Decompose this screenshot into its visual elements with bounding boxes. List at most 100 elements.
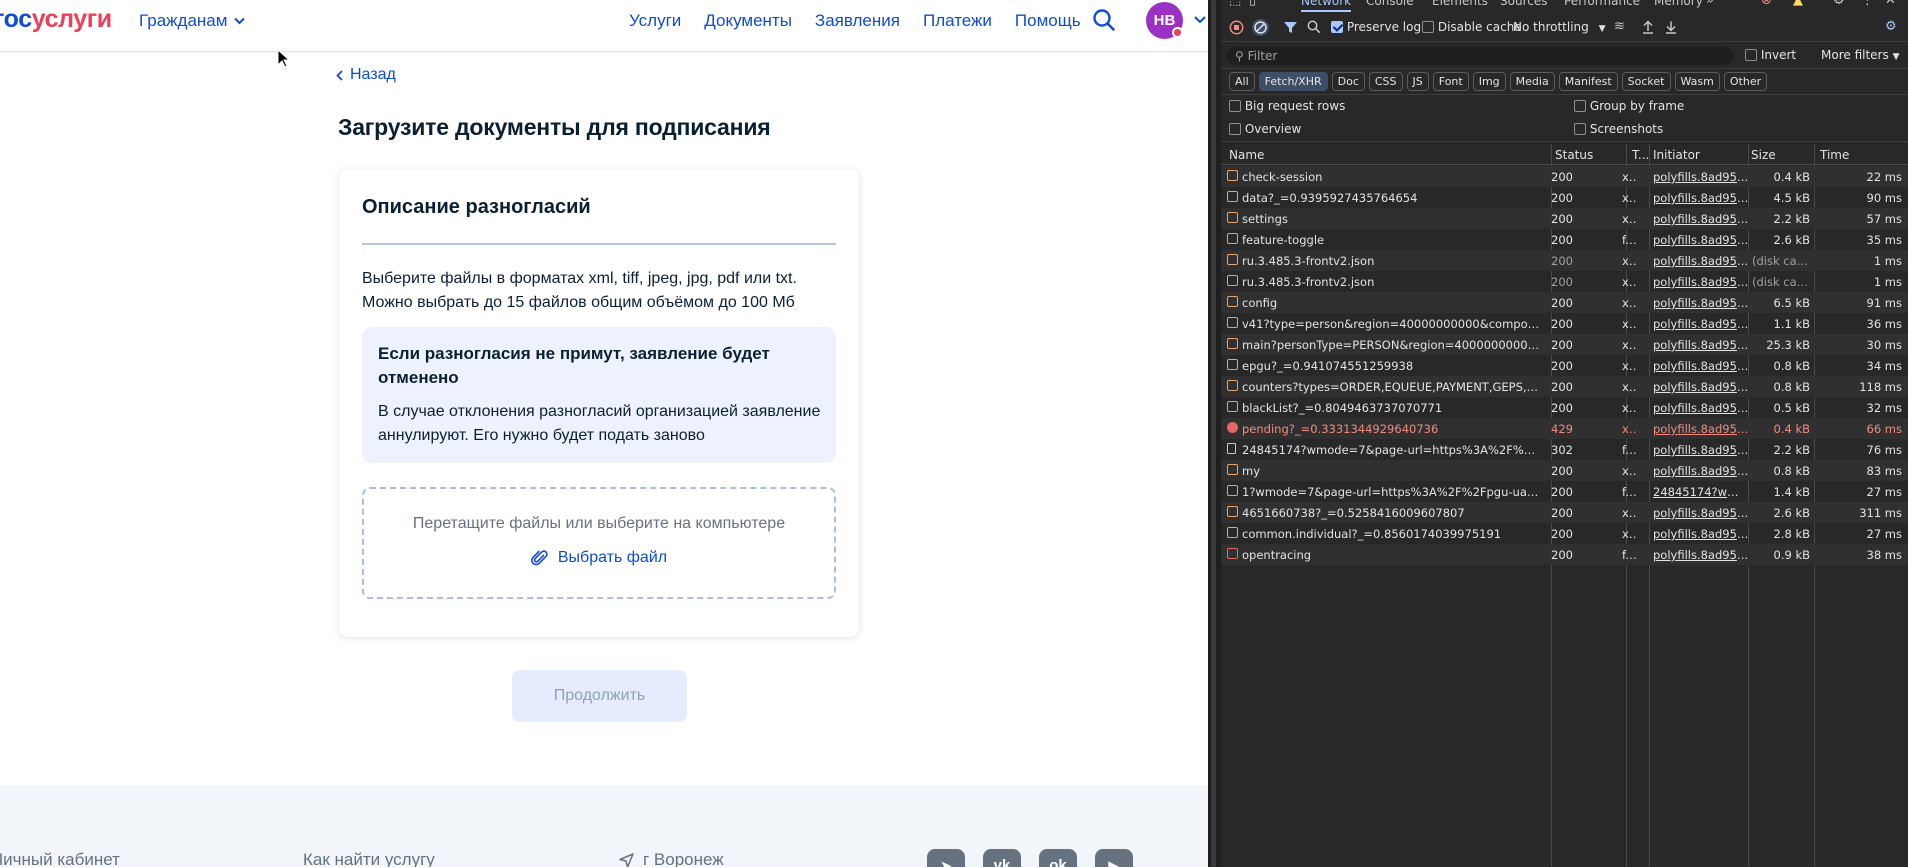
citizens-menu[interactable]: Гражданам (139, 11, 246, 31)
table-row[interactable]: v41?type=person&region=40000000000&compo… (1221, 313, 1908, 334)
table-row[interactable]: blackList?_=0.8049463737070771 200 x... pol… (1221, 397, 1908, 418)
type-filter-all[interactable]: All (1229, 72, 1255, 91)
inspect-element-icon[interactable]: ⬚ (1229, 0, 1241, 8)
nav-applications[interactable]: Заявления (815, 11, 900, 31)
request-initiator[interactable]: 24845174?wmode (1653, 485, 1749, 499)
column-status[interactable]: Status (1555, 148, 1593, 162)
invert-checkbox[interactable]: Invert (1745, 48, 1796, 62)
type-filter-css[interactable]: CSS (1368, 72, 1403, 91)
search-icon[interactable] (1307, 20, 1321, 34)
more-filters-dropdown[interactable]: More filters ▼ (1821, 48, 1899, 62)
table-row[interactable]: ru.3.485.3-frontv2.json 200 x... polyfills.… (1221, 250, 1908, 271)
footer-find-service-link[interactable]: Как найти услугу (303, 850, 435, 867)
request-initiator[interactable]: polyfills.8ad95c48 (1653, 338, 1749, 352)
close-devtools-icon[interactable]: ✕ (1885, 0, 1896, 8)
column-size[interactable]: Size (1751, 148, 1776, 162)
screenshots-checkbox[interactable]: Screenshots (1574, 122, 1663, 136)
request-initiator[interactable]: polyfills.8ad95c48 (1653, 380, 1749, 394)
clear-log-icon[interactable] (1251, 18, 1270, 37)
more-tabs-icon[interactable]: » (1706, 0, 1714, 8)
table-row[interactable]: config 200 x... polyfills.8ad95c48 6.5 kB 91 … (1221, 292, 1908, 313)
record-stop-icon[interactable] (1229, 20, 1244, 35)
request-initiator[interactable]: polyfills.8ad95c48 (1653, 422, 1749, 436)
settings-gear-icon[interactable]: ⚙ (1833, 0, 1845, 8)
type-filter-doc[interactable]: Doc (1331, 72, 1365, 91)
tab-memory[interactable]: Memory (1654, 0, 1703, 8)
telegram-icon[interactable]: ➤ (927, 849, 965, 867)
request-initiator[interactable]: polyfills.8ad95c48 (1653, 464, 1749, 478)
error-count-icon[interactable]: ⊗ (1761, 0, 1772, 8)
request-initiator[interactable]: polyfills.8ad95c48 (1653, 443, 1749, 457)
continue-button[interactable]: Продолжить (512, 670, 687, 722)
nav-services[interactable]: Услуги (629, 11, 681, 31)
table-row[interactable]: counters?types=ORDER,EQUEUE,PAYMENT,GEPS… (1221, 376, 1908, 397)
nav-documents[interactable]: Документы (704, 11, 792, 31)
overview-checkbox[interactable]: Overview (1229, 122, 1301, 136)
table-row[interactable]: settings 200 x... polyfills.8ad95c48 2.2 kB 5… (1221, 208, 1908, 229)
kebab-menu-icon[interactable]: ⋮ (1861, 0, 1874, 8)
choose-file-button[interactable]: Выбрать файл (364, 549, 834, 567)
request-initiator[interactable]: polyfills.8ad95c48 (1653, 401, 1749, 415)
table-row[interactable]: feature-toggle 200 f... polyfills.8ad95c48 2… (1221, 229, 1908, 250)
preserve-log-checkbox[interactable]: Preserve log (1331, 20, 1421, 34)
nav-payments[interactable]: Платежи (923, 11, 992, 31)
request-initiator[interactable]: polyfills.8ad95c48 (1653, 275, 1749, 289)
request-initiator[interactable]: polyfills.8ad95c48 (1653, 254, 1749, 268)
nav-help[interactable]: Помощь (1015, 11, 1081, 31)
rutube-icon[interactable]: ▶ (1095, 849, 1133, 867)
file-dropzone[interactable]: Перетащите файлы или выберите на компьют… (362, 487, 836, 599)
tab-console[interactable]: Console (1366, 0, 1414, 8)
table-row[interactable]: 4651660738?_=0.5258416009607807 200 x... po… (1221, 502, 1908, 523)
disable-cache-checkbox[interactable]: Disable cache (1422, 20, 1522, 34)
network-settings-icon[interactable]: ⚙ (1885, 20, 1897, 34)
ok-icon[interactable]: ok (1039, 849, 1077, 867)
request-initiator[interactable]: polyfills.8ad95c48 (1653, 212, 1749, 226)
table-row[interactable]: opentracing 200 f... polyfills.8ad95c48 0.9 … (1221, 544, 1908, 565)
gosuslugi-logo[interactable]: госуслуги (0, 5, 112, 34)
export-har-icon[interactable] (1665, 20, 1677, 34)
request-initiator[interactable]: polyfills.8ad95c48 (1653, 233, 1749, 247)
table-row[interactable]: pending?_=0.3331344929640736 429 x... polyf… (1221, 418, 1908, 439)
filter-input[interactable]: ⚲ Filter (1227, 47, 1733, 65)
column-time[interactable]: Time (1820, 148, 1849, 162)
type-filter-other[interactable]: Other (1723, 72, 1768, 91)
request-initiator[interactable]: polyfills.8ad95c48 (1653, 170, 1749, 184)
tab-network[interactable]: Network (1301, 0, 1352, 12)
request-initiator[interactable]: polyfills.8ad95c48 (1653, 191, 1749, 205)
table-row[interactable]: 1?wmode=7&page-url=https%3A%2F%2Fpgu-uat… (1221, 481, 1908, 502)
filter-funnel-icon[interactable] (1283, 20, 1298, 35)
request-initiator[interactable]: polyfills.8ad95c48 (1653, 317, 1749, 331)
table-row[interactable]: 24845174?wmode=7&page-url=https%3A%2F%2F… (1221, 439, 1908, 460)
tab-elements[interactable]: Elements (1432, 0, 1488, 8)
warning-count-icon[interactable]: ▲ (1793, 0, 1803, 8)
table-row[interactable]: my 200 x... polyfills.8ad95c48 0.8 kB 83 ms (1221, 460, 1908, 481)
table-row[interactable]: main?personType=PERSON&region=4000000000… (1221, 334, 1908, 355)
table-row[interactable]: ru.3.485.3-frontv2.json 200 x... polyfills.… (1221, 271, 1908, 292)
type-filter-img[interactable]: Img (1472, 72, 1506, 91)
table-row[interactable]: data?_=0.9395927435764654 200 x... polyfill… (1221, 187, 1908, 208)
type-filter-media[interactable]: Media (1509, 72, 1555, 91)
vk-icon[interactable]: vk (983, 849, 1021, 867)
throttling-select[interactable]: No throttling ▼ (1513, 20, 1606, 34)
profile-chevron-icon[interactable] (1193, 14, 1207, 26)
type-filter-manifest[interactable]: Manifest (1558, 72, 1618, 91)
type-filter-fetch-xhr[interactable]: Fetch/XHR (1258, 72, 1328, 91)
devtools-splitter[interactable] (1208, 0, 1221, 867)
table-row[interactable]: epgu?_=0.941074551259938 200 x... polyfills… (1221, 355, 1908, 376)
table-row[interactable]: check-session 200 x... polyfills.8ad95c48 0.… (1221, 166, 1908, 187)
footer-location[interactable]: г Воронеж (618, 850, 724, 867)
search-icon[interactable] (1092, 8, 1116, 32)
column-initiator[interactable]: Initiator (1653, 148, 1700, 162)
column-name[interactable]: Name (1229, 148, 1264, 162)
device-toolbar-icon[interactable]: ▯ (1249, 0, 1256, 8)
network-conditions-icon[interactable]: ≋ (1614, 20, 1625, 34)
type-filter-socket[interactable]: Socket (1621, 72, 1671, 91)
big-request-rows-checkbox[interactable]: Big request rows (1229, 99, 1345, 113)
request-initiator[interactable]: polyfills.8ad95c48 (1653, 296, 1749, 310)
tab-performance[interactable]: Performance (1564, 0, 1640, 8)
type-filter-js[interactable]: JS (1406, 72, 1429, 91)
request-initiator[interactable]: polyfills.8ad95c48 (1653, 527, 1749, 541)
table-row[interactable]: common.individual?_=0.8560174039975191 20… (1221, 523, 1908, 544)
type-filter-font[interactable]: Font (1432, 72, 1469, 91)
request-initiator[interactable]: polyfills.8ad95c48 (1653, 359, 1749, 373)
